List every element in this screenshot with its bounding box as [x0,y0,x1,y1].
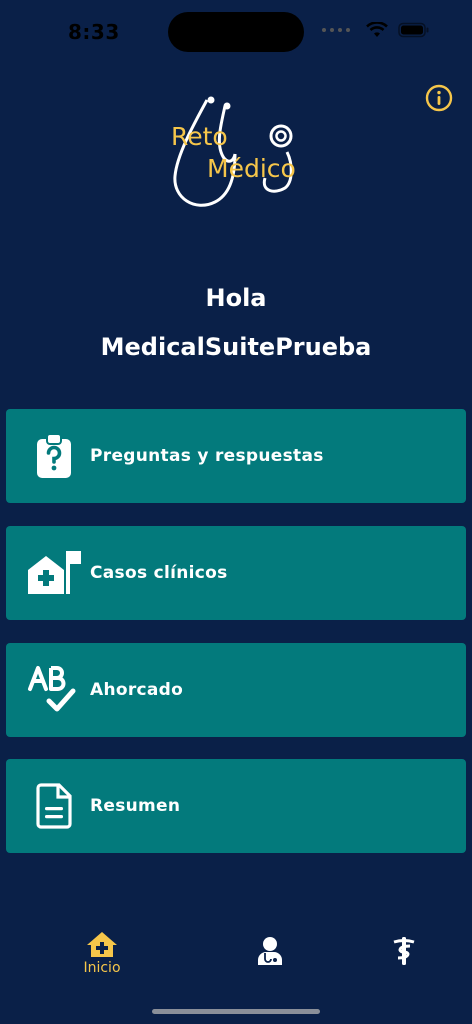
tab-resources[interactable] [390,936,418,966]
dynamic-island [168,12,304,52]
home-medical-icon [87,932,117,957]
battery-icon [398,22,429,38]
greeting-username: MedicalSuitePrueba [100,333,372,361]
logo-text-reto: Reto [171,122,228,151]
tab-profile[interactable] [255,936,285,966]
menu-item-resumen[interactable]: Resumen [6,759,466,853]
info-icon[interactable] [425,84,453,112]
tab-inicio-label: Inicio [83,960,121,976]
signal-icon [322,28,350,32]
spell-check-icon [26,665,82,715]
document-icon [26,781,82,831]
menu-item-label: Preguntas y respuestas [90,446,324,466]
tab-bar: Inicio [0,920,472,990]
menu-item-label: Resumen [90,796,181,816]
home-indicator [152,1009,320,1014]
logo-text-medico: Médico [207,154,296,183]
tab-inicio[interactable]: Inicio [80,930,124,976]
clipboard-question-icon [26,431,82,481]
greeting-hello: Hola [205,284,267,312]
status-time: 8:33 [68,20,120,44]
doctor-icon [258,937,282,965]
wifi-icon [366,22,388,37]
menu-item-label: Ahorcado [90,680,184,700]
menu-item-label: Casos clínicos [90,563,228,583]
menu-item-ahorcado[interactable]: Ahorcado [6,643,466,737]
hospital-icon [26,548,82,598]
status-bar: 8:33 [0,0,472,64]
status-icons [322,22,430,38]
menu-item-casos-clinicos[interactable]: Casos clínicos [6,526,466,620]
menu-item-preguntas[interactable]: Preguntas y respuestas [6,409,466,503]
caduceus-icon [393,937,415,965]
app-logo: Reto Médico [165,94,310,214]
